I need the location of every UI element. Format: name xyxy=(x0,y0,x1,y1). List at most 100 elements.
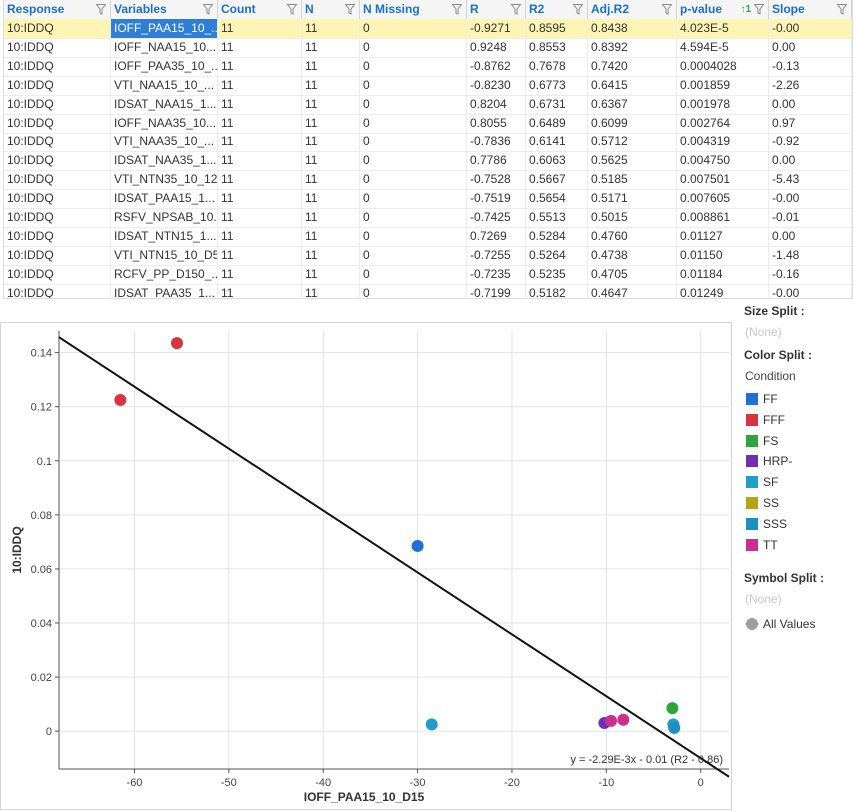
cell-count: 11 xyxy=(218,208,302,227)
color-swatch xyxy=(746,413,758,426)
table-row[interactable]: 10:IDDQ VTI_NAA15_10_... 11 11 0 -0.8230 0.677… xyxy=(4,75,852,96)
cell-adj_r2: 0.4760 xyxy=(588,226,677,246)
cell-r: -0.9271 xyxy=(467,19,526,38)
table-row[interactable]: 10:IDDQ IOFF_PAA35_10_... 11 11 0 -0.8762 0.76… xyxy=(4,56,852,77)
cell-count: 11 xyxy=(218,37,302,57)
data-point[interactable] xyxy=(411,539,424,552)
cell-n_missing: 0 xyxy=(360,245,467,265)
color-split-variable[interactable]: Condition xyxy=(745,369,796,383)
filter-icon[interactable] xyxy=(96,4,106,15)
cell-r2: 0.8553 xyxy=(526,37,588,57)
filter-icon[interactable] xyxy=(511,4,521,15)
table-row[interactable]: 10:IDDQ IDSAT_PAA35_1... 11 11 0 -0.7199 0.518… xyxy=(4,283,852,298)
table-row[interactable]: 10:IDDQ VTI_NAA35_10_... 11 11 0 -0.7836 0.614… xyxy=(4,132,852,153)
regression-line[interactable] xyxy=(58,336,730,778)
cell-variables: IDSAT_PAA35_1... xyxy=(111,283,218,298)
cell-count: 11 xyxy=(218,75,302,95)
table-row[interactable]: 10:IDDQ VTI_NTN35_10_12 11 11 0 -0.7528 0.5667… xyxy=(4,170,852,191)
cell-response: 10:IDDQ xyxy=(4,151,111,171)
y-tick-label: 0.1 xyxy=(37,456,52,468)
cell-n: 11 xyxy=(302,113,360,133)
filter-icon[interactable] xyxy=(287,4,297,15)
data-point[interactable] xyxy=(617,713,630,726)
cell-p_value: 0.01150 xyxy=(677,245,769,265)
cell-adj_r2: 0.5625 xyxy=(588,151,677,171)
data-point[interactable] xyxy=(170,337,183,350)
scatter-plot-panel: -60 -50 -40 -30 -20 -10 0 0 0.02 0.04 0.06 0.08 0.1 0… xyxy=(0,322,732,810)
color-legend-item-tt[interactable]: TT xyxy=(746,537,778,553)
cell-p_value: 0.007501 xyxy=(677,170,769,190)
column-header-label: p-value xyxy=(680,2,723,16)
cell-n: 11 xyxy=(302,170,360,190)
cell-n: 11 xyxy=(302,56,360,76)
color-legend-item-hrp[interactable]: HRP- xyxy=(746,453,792,469)
column-header-p_value[interactable]: p-value ↑1 xyxy=(677,0,769,19)
symbol-split-value[interactable]: (None) xyxy=(745,592,782,606)
cell-p_value: 0.008861 xyxy=(677,208,769,227)
cell-slope: -0.00 xyxy=(769,19,852,38)
cell-variables: RSFV_NPSAB_10... xyxy=(111,208,218,227)
data-point[interactable] xyxy=(666,702,679,715)
filter-icon[interactable] xyxy=(837,4,847,15)
cell-slope: -2.26 xyxy=(769,75,852,95)
symbol-legend-label: All Values xyxy=(763,617,816,631)
filter-icon[interactable] xyxy=(662,4,672,15)
sort-ascending-icon[interactable]: ↑1 xyxy=(740,0,751,19)
color-legend-item-ff[interactable]: FF xyxy=(746,391,778,407)
color-legend-label: SS xyxy=(763,496,780,510)
symbol-legend-item[interactable]: All Values xyxy=(746,616,815,632)
filter-icon[interactable] xyxy=(754,4,764,15)
column-header-count[interactable]: Count xyxy=(218,0,302,19)
color-legend-item-ss[interactable]: SS xyxy=(746,495,779,511)
data-point[interactable] xyxy=(668,721,681,734)
column-header-n_missing[interactable]: N Missing xyxy=(360,0,467,19)
table-row[interactable]: 10:IDDQ IDSAT_NTN15_1... 11 11 0 0.7269 0.5284… xyxy=(4,226,852,247)
table-row[interactable]: 10:IDDQ IDSAT_PAA15_1... 11 11 0 -0.7519 0.565… xyxy=(4,189,852,210)
color-legend-item-fs[interactable]: FS xyxy=(746,433,778,449)
filter-icon[interactable] xyxy=(203,4,213,15)
data-point[interactable] xyxy=(605,714,618,727)
color-legend-item-sss[interactable]: SSS xyxy=(746,516,787,532)
table-row[interactable]: 10:IDDQ VTI_NTN15_10_D5 11 11 0 -0.7255 0.5264… xyxy=(4,245,852,266)
color-split-title: Color Split : xyxy=(744,348,812,362)
column-header-slope[interactable]: Slope xyxy=(769,0,852,19)
cell-r2: 0.6063 xyxy=(526,151,588,171)
cell-n_missing: 0 xyxy=(360,19,467,38)
color-legend-item-fff[interactable]: FFF xyxy=(746,412,785,428)
table-row[interactable]: 10:IDDQ IOFF_NAA35_10... 11 11 0 0.8055 0.6489… xyxy=(4,113,852,134)
column-header-label: R xyxy=(470,2,479,16)
table-row[interactable]: 10:IDDQ IOFF_NAA15_10... 11 11 0 0.9248 0.8553… xyxy=(4,37,852,58)
column-header-n[interactable]: N xyxy=(302,0,360,19)
filter-icon[interactable] xyxy=(573,4,583,15)
table-row[interactable]: 10:IDDQ IDSAT_NAA35_1... 11 11 0 0.7786 0.6063… xyxy=(4,151,852,172)
data-point[interactable] xyxy=(425,718,438,731)
cell-p_value: 0.01249 xyxy=(677,283,769,298)
filter-icon[interactable] xyxy=(452,4,462,15)
cell-variables: IOFF_PAA15_10_... xyxy=(111,19,218,38)
column-header-r[interactable]: R xyxy=(467,0,526,19)
column-header-label: Variables xyxy=(114,2,167,16)
filter-icon[interactable] xyxy=(345,4,355,15)
x-tick-label: 0 xyxy=(698,777,704,789)
column-header-adj_r2[interactable]: Adj.R2 xyxy=(588,0,677,19)
table-row[interactable]: 10:IDDQ IOFF_PAA15_10_... 11 11 0 -0.9271 0.85… xyxy=(4,19,852,39)
table-row[interactable]: 10:IDDQ IDSAT_NAA15_1... 11 11 0 0.8204 0.6731… xyxy=(4,94,852,115)
table-row[interactable]: 10:IDDQ RSFV_NPSAB_10... 11 11 0 -0.7425 0.551… xyxy=(4,208,852,228)
cell-p_value: 0.004319 xyxy=(677,132,769,152)
cell-r: 0.9248 xyxy=(467,37,526,57)
column-header-response[interactable]: Response xyxy=(4,0,111,19)
cell-n_missing: 0 xyxy=(360,208,467,227)
x-tick-label: -20 xyxy=(504,777,520,789)
cell-response: 10:IDDQ xyxy=(4,245,111,265)
table-row[interactable]: 10:IDDQ RCFV_PP_D150_... 11 11 0 -0.7235 0.523… xyxy=(4,264,852,285)
data-point[interactable] xyxy=(114,393,127,406)
color-legend-item-sf[interactable]: SF xyxy=(746,474,778,490)
column-header-variables[interactable]: Variables xyxy=(111,0,218,19)
column-header-label: R2 xyxy=(529,2,545,16)
cell-response: 10:IDDQ xyxy=(4,56,111,76)
scatter-plot[interactable]: -60 -50 -40 -30 -20 -10 0 0 0.02 0.04 0.06 0.08 0.1 0… xyxy=(1,323,731,809)
cell-n: 11 xyxy=(302,283,360,298)
column-header-r2[interactable]: R2 xyxy=(526,0,588,19)
color-legend-label: HRP- xyxy=(763,454,793,469)
size-split-value[interactable]: (None) xyxy=(745,325,782,339)
